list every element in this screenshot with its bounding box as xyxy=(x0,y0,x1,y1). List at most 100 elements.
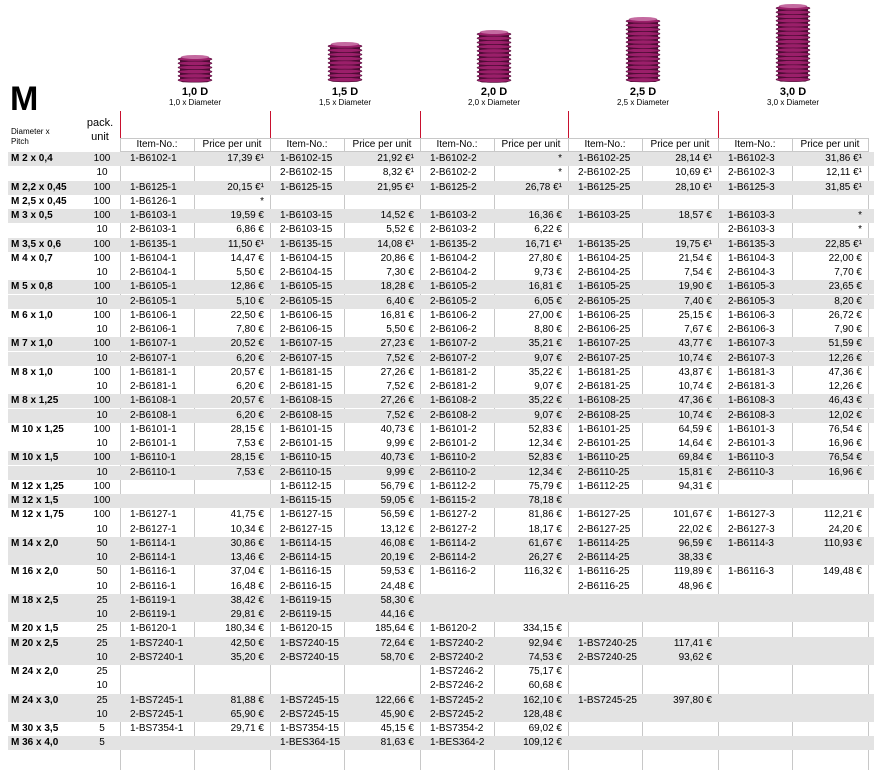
table-row: M 3,5 x 0,6 100 1-B6135-1 11,50 €¹ 1-B6135-1… xyxy=(8,237,874,252)
thread-size: M 14 x 2,0 xyxy=(11,537,59,549)
price-per-unit: 22,85 €¹ xyxy=(825,238,862,250)
length-group-sublabel: 2,5 x Diameter xyxy=(616,98,670,107)
table-row: M 20 x 1,5 25 1-B6120-1 180,34 € 1-B6120-15 1… xyxy=(8,622,874,636)
price-per-unit: 35,22 € xyxy=(528,366,562,378)
item-number: 2-B6102-3 xyxy=(728,167,775,179)
item-number: 2-BS7240-15 xyxy=(280,651,339,663)
price-per-unit: 45,90 € xyxy=(380,708,414,720)
item-number: 1-B6104-1 xyxy=(130,252,177,264)
table-row: M 18 x 2,5 25 1-B6119-1 38,42 € 1-B6119-15 58… xyxy=(8,593,874,608)
price-per-unit: 69,02 € xyxy=(528,723,562,734)
item-number: 1-BES364-15 xyxy=(280,737,341,749)
length-group-heading: 1,5 D 1,5 x Diameter xyxy=(270,86,420,108)
price-per-unit: 16,96 € xyxy=(828,438,862,449)
table-row: M 14 x 2,0 50 1-B6114-1 30,86 € 1-B6114-15 46… xyxy=(8,536,874,551)
price-per-unit: 7,80 € xyxy=(236,324,264,335)
table-row: M 8 x 1,25 100 1-B6108-1 20,57 € 1-B6108-15 2… xyxy=(8,394,874,409)
thread-insert-icon xyxy=(327,41,363,85)
item-number: 2-B6105-15 xyxy=(280,295,333,307)
price-per-unit: 7,52 € xyxy=(386,352,414,364)
price-per-unit: 9,07 € xyxy=(534,352,562,364)
price-per-unit: 10,74 € xyxy=(678,381,712,392)
item-number xyxy=(718,622,792,636)
price-per-unit: 19,59 € xyxy=(230,210,264,221)
price-per-unit: 185,64 € xyxy=(375,623,414,635)
pack-unit: 10 xyxy=(96,352,108,364)
price-per-unit xyxy=(194,166,270,180)
price-per-unit: 74,53 € xyxy=(528,651,562,663)
item-number: 1-B6105-2 xyxy=(430,281,477,293)
table-row: 10 2-B6181-1 6,20 € 2-B6181-15 7,52 € 2-B6181… xyxy=(8,380,874,394)
length-group-heading: 3,0 D 3,0 x Diameter xyxy=(718,86,868,108)
price-per-unit: 5,10 € xyxy=(236,295,264,307)
item-number: 1-B6102-25 xyxy=(578,153,631,164)
price-per-unit: 35,20 € xyxy=(230,651,264,663)
item-number xyxy=(568,594,642,608)
price-per-unit: 128,48 € xyxy=(523,708,562,720)
item-number xyxy=(718,608,792,622)
item-number: 2-BS7245-2 xyxy=(430,708,484,720)
thread-size: M 10 x 1,25 xyxy=(11,423,64,435)
price-per-unit: 56,59 € xyxy=(380,509,414,521)
item-number: 1-B6108-15 xyxy=(280,395,333,407)
price-per-unit xyxy=(642,494,718,508)
pack-unit: 10 xyxy=(96,708,108,720)
item-number: 1-B6101-2 xyxy=(430,423,477,435)
pack-unit: 10 xyxy=(96,466,108,478)
item-number xyxy=(718,708,792,722)
length-group-heading: 1,0 D 1,0 x Diameter xyxy=(120,86,270,108)
price-per-unit: 47,36 € xyxy=(828,366,862,378)
price-per-unit: 30,86 € xyxy=(230,537,264,549)
price-per-unit: 119,89 € xyxy=(673,566,712,578)
item-number xyxy=(718,551,792,565)
item-number: 1-B6114-25 xyxy=(578,537,630,549)
item-number: 1-B6127-2 xyxy=(430,509,477,521)
item-number: 1-B6101-3 xyxy=(728,423,775,435)
price-per-unit: 10,74 € xyxy=(678,409,712,421)
item-number: 1-B6106-2 xyxy=(430,309,477,321)
price-per-unit xyxy=(642,594,718,608)
price-per-unit: 16,48 € xyxy=(230,580,264,592)
item-number: 1-B6135-2 xyxy=(430,238,477,250)
item-number: 1-B6108-25 xyxy=(578,395,631,407)
price-per-unit xyxy=(792,694,868,708)
price-per-unit: 5,52 € xyxy=(386,224,414,236)
item-number: 1-B6110-1 xyxy=(130,452,176,464)
item-number xyxy=(568,722,642,736)
item-number: 2-B6101-25 xyxy=(578,438,631,449)
price-per-unit: 76,54 € xyxy=(828,452,862,464)
price-per-unit: 162,10 € xyxy=(523,694,562,706)
price-per-unit: 6,22 € xyxy=(534,224,562,236)
item-number: 2-B6106-2 xyxy=(430,324,477,335)
pack-unit: 10 xyxy=(96,381,108,392)
item-number: 2-B6127-3 xyxy=(728,523,775,535)
item-number: 2-B6116-25 xyxy=(578,580,630,592)
pack-unit: 100 xyxy=(93,281,111,293)
pack-unit: 25 xyxy=(96,694,108,706)
price-per-unit: 10,34 € xyxy=(230,523,264,535)
item-number: 1-B6103-3 xyxy=(728,210,775,221)
price-per-unit: 9,07 € xyxy=(534,409,562,421)
price-per-unit: 20,15 €¹ xyxy=(227,181,264,193)
item-number: 1-B6135-1 xyxy=(130,238,177,250)
price-per-unit: 44,16 € xyxy=(380,609,414,620)
price-per-unit: 7,53 € xyxy=(236,466,264,478)
thread-insert-icon xyxy=(625,16,661,85)
pack-unit: 25 xyxy=(96,594,108,606)
item-number: 1-B6116-3 xyxy=(728,566,774,578)
pack-unit: 10 xyxy=(96,409,108,421)
item-number: 1-B6106-1 xyxy=(130,309,177,321)
item-number: 1-B6108-2 xyxy=(430,395,477,407)
price-per-unit: 7,30 € xyxy=(386,267,414,278)
pack-unit: 10 xyxy=(96,224,108,236)
pack-unit: 100 xyxy=(93,309,111,321)
table-row: M 10 x 1,25 100 1-B6101-1 28,15 € 1-B6101-15… xyxy=(8,423,874,437)
item-number: 2-B6101-2 xyxy=(430,438,477,449)
pack-unit: 10 xyxy=(96,651,108,663)
pack-unit: 100 xyxy=(93,495,111,506)
price-per-unit: 17,39 €¹ xyxy=(227,153,264,164)
unit-label: unit xyxy=(91,131,109,143)
table-row: 10 2-B6106-1 7,80 € 2-B6106-15 5,50 € 2-B6106… xyxy=(8,323,874,337)
thread-size: M 8 x 1,25 xyxy=(11,395,59,407)
thread-size: M 16 x 2,0 xyxy=(11,566,59,578)
